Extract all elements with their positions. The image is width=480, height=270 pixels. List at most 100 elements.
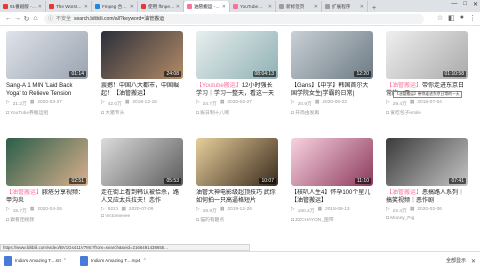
- video-card[interactable]: 12:20 【Gans】【中字】韩国首尔大国学院女生|学霸的日常| ▷ 20.9万 ▦ 2…: [291, 31, 373, 116]
- author-name: YouTube券搬运组: [10, 111, 49, 116]
- tab-favicon-icon: [233, 4, 238, 9]
- video-thumbnail[interactable]: 12:20: [291, 31, 373, 79]
- tab-close-icon[interactable]: ✕: [314, 4, 318, 10]
- tab[interactable]: YouTube不限下✕: [230, 1, 276, 12]
- tab[interactable]: 扩展程序 ✕: [322, 1, 368, 12]
- video-thumbnail[interactable]: 05:53: [101, 138, 183, 186]
- video-author[interactable]: ◘ 大猪专头: [101, 109, 183, 116]
- home-icon[interactable]: ⌂: [31, 15, 40, 22]
- close-download-bar-icon[interactable]: ✕: [471, 258, 476, 265]
- video-meta: ▷ 15.7万 ▦ 2020-04-26: [6, 207, 88, 214]
- tab-favicon-icon: [279, 4, 284, 9]
- video-card[interactable]: 24:08 震撼！中国八大都市，中国崛起！【油管搬运】 ▷ 42.0万 ▦ 2018-12…: [101, 31, 183, 116]
- calendar-icon: ▦: [29, 207, 35, 212]
- close-window-icon[interactable]: ✕: [473, 1, 478, 8]
- tab-close-icon[interactable]: ✕: [268, 4, 272, 10]
- video-title[interactable]: 【油管搬运】恶搞路人系列｜搞笑视频｜恶作剧: [386, 189, 468, 205]
- tab-close-icon[interactable]: ✕: [38, 4, 42, 10]
- account-icon[interactable]: ●: [460, 14, 464, 22]
- video-card[interactable]: 02:51 【油管搬运】脓疮分享视频：甲沟炎 ▷ 15.7万 ▦ 2020-04-26 ◘ …: [6, 138, 88, 223]
- tab[interactable]: 油管搬运 - 搜索结✕: [184, 1, 230, 12]
- chevron-up-icon[interactable]: ⌃: [63, 258, 67, 264]
- forward-icon[interactable]: →: [13, 15, 22, 22]
- video-title[interactable]: 【核叭人生4】怀孕100个星儿【油管搬运】: [291, 189, 373, 205]
- video-author[interactable]: ◘ 察看团视频: [6, 216, 88, 223]
- tab-close-icon[interactable]: ✕: [176, 4, 180, 10]
- video-thumbnail[interactable]: 08:04:13: [196, 31, 278, 79]
- video-thumbnail[interactable]: 01:14: [6, 31, 88, 79]
- video-duration: 05:53: [164, 178, 181, 184]
- video-tag: 【Youtube搬运】: [196, 83, 242, 89]
- video-title[interactable]: 油管大神电影级超顶技巧 武你如何拍一只高逼格短片: [196, 189, 278, 205]
- new-tab-icon[interactable]: +: [368, 5, 380, 12]
- video-thumbnail[interactable]: 24:08: [101, 31, 183, 79]
- tab-title: 使用 ffmpeg 在Li: [148, 3, 175, 9]
- video-author[interactable]: ◘ 账日制十八啊: [196, 109, 278, 116]
- upload-date: 2020-05-22: [322, 100, 347, 105]
- video-title[interactable]: 震撼！中国八大都市，中国崛起！【油管搬运】: [101, 82, 183, 98]
- video-title[interactable]: 【油管搬运】脓疮分享视频：甲沟炎: [6, 189, 88, 205]
- video-author[interactable]: ◘ ZZCHAYON_国带: [291, 216, 373, 223]
- video-card[interactable]: 01:14 Sang-A 1 MIN 'Laid Back Yoga' to Re…: [6, 31, 88, 116]
- reload-icon[interactable]: ↻: [22, 15, 31, 23]
- video-thumbnail[interactable]: 11:10: [291, 138, 373, 186]
- video-card[interactable]: 07:41 【油管搬运】恶搞路人系列｜搞笑视频｜恶作剧 ▷ 22.4万 ▦ 2020-02…: [386, 138, 468, 221]
- video-thumbnail[interactable]: 01:10:58: [386, 31, 468, 79]
- video-title-text: 【Gans】【中字】韩国首尔大国学院女生|学霸的日常|: [291, 83, 369, 97]
- video-title[interactable]: 【Youtube搬运】12小时强长学习｜学习一整天，看这一天: [196, 82, 278, 98]
- upload-date: 2020-02-06: [417, 207, 442, 212]
- video-card[interactable]: 11:10 【核叭人生4】怀孕100个星儿【油管搬运】 ▷ 150.2万 ▦ 2018-0…: [291, 138, 373, 223]
- video-author[interactable]: ◘ Money_Pig: [386, 216, 468, 221]
- back-icon[interactable]: ←: [4, 15, 13, 22]
- tab[interactable]: The Worst Thing✕: [46, 1, 92, 12]
- video-author[interactable]: ◘ 爱吃包子emile: [386, 109, 468, 116]
- video-author[interactable]: ◘ Victoriieeee: [101, 214, 183, 219]
- tab[interactable]: 91番剧版 - YouTu✕: [0, 1, 46, 12]
- calendar-icon: ▦: [124, 100, 130, 105]
- maximize-icon[interactable]: □: [463, 1, 467, 8]
- tab[interactable]: 使用 ffmpeg 在Li✕: [138, 1, 184, 12]
- download-item[interactable]: India's Amazing T....mp4 ⌃: [80, 255, 152, 268]
- video-tag: 【油管搬运】: [6, 190, 43, 196]
- tab[interactable]: Fmpeg 合集 - 知✕: [92, 1, 138, 12]
- tab-favicon-icon: [141, 4, 146, 9]
- tab-title: YouTube不限下: [240, 3, 267, 9]
- video-thumbnail[interactable]: 02:51: [6, 138, 88, 186]
- view-count: 9221: [107, 207, 119, 212]
- video-meta: ▷ 9221 ▦ 2020-07-09: [101, 207, 183, 212]
- video-title[interactable]: 走在街上看到韩认被恰杀，路人又应太兵拉夫！恋作: [101, 189, 183, 205]
- tab-close-icon[interactable]: ✕: [360, 4, 364, 10]
- video-author[interactable]: ◘ 猫的有趣点: [196, 216, 278, 223]
- minimize-icon[interactable]: —: [451, 1, 457, 8]
- video-card[interactable]: 01:10:58【油管搬运】带你走进东京日常的一天▷29.4万▦2018-07-…: [386, 31, 468, 116]
- url-input[interactable]: ⓘ 不安全 search.bilibili.com/all?keyword=油管…: [44, 13, 424, 24]
- calendar-icon: ▦: [409, 207, 415, 212]
- menu-icon[interactable]: ⋮: [469, 14, 476, 22]
- video-meta: ▷ 21.2万 ▦ 2020-03-27: [6, 100, 88, 107]
- play-icon: ▷: [386, 100, 390, 105]
- video-card[interactable]: 10:07 油管大神电影级超顶技巧 武你如何拍一只高逼格短片 ▷ 28.9万 ▦ 2019…: [196, 138, 278, 223]
- chevron-up-icon[interactable]: ⌃: [143, 258, 147, 264]
- video-thumbnail[interactable]: 10:07: [196, 138, 278, 186]
- play-icon: ▷: [6, 207, 10, 212]
- tab-close-icon[interactable]: ✕: [130, 4, 134, 10]
- video-duration: 07:41: [449, 178, 466, 184]
- show-all-downloads-button[interactable]: 全部显示: [446, 257, 466, 264]
- calendar-icon: ▦: [219, 100, 225, 105]
- tab[interactable]: 新标签页 ✕: [276, 1, 322, 12]
- tab-favicon-icon: [3, 4, 8, 9]
- video-card[interactable]: 08:04:13 【Youtube搬运】12小时强长学习｜学习一整天，看这一天 ▷ 2…: [196, 31, 278, 116]
- video-author[interactable]: ◘ 开简由发再: [291, 109, 373, 116]
- download-item[interactable]: India's Amazing T....srt ⌃: [4, 255, 76, 268]
- tab-close-icon[interactable]: ✕: [84, 4, 88, 10]
- tab-close-icon[interactable]: ✕: [222, 4, 226, 10]
- video-title[interactable]: Sang-A 1 MIN 'Laid Back Yoga' to Relieve…: [6, 82, 88, 98]
- video-card[interactable]: 05:53 走在街上看到韩认被恰杀，路人又应太兵拉夫！恋作 ▷ 9221 ▦ 2020-0…: [101, 138, 183, 219]
- url-text: search.bilibili.com/all?keyword=油管搬运: [74, 16, 165, 22]
- video-author[interactable]: ◘ YouTube券搬运组: [6, 109, 88, 116]
- video-thumbnail[interactable]: 07:41: [386, 138, 468, 186]
- star-icon[interactable]: ☆: [437, 14, 443, 22]
- video-title[interactable]: 【Gans】【中字】韩国首尔大国学院女生|学霸的日常|: [291, 82, 373, 98]
- info-icon[interactable]: ⓘ: [48, 15, 53, 22]
- extension-icon[interactable]: ◧: [448, 14, 455, 22]
